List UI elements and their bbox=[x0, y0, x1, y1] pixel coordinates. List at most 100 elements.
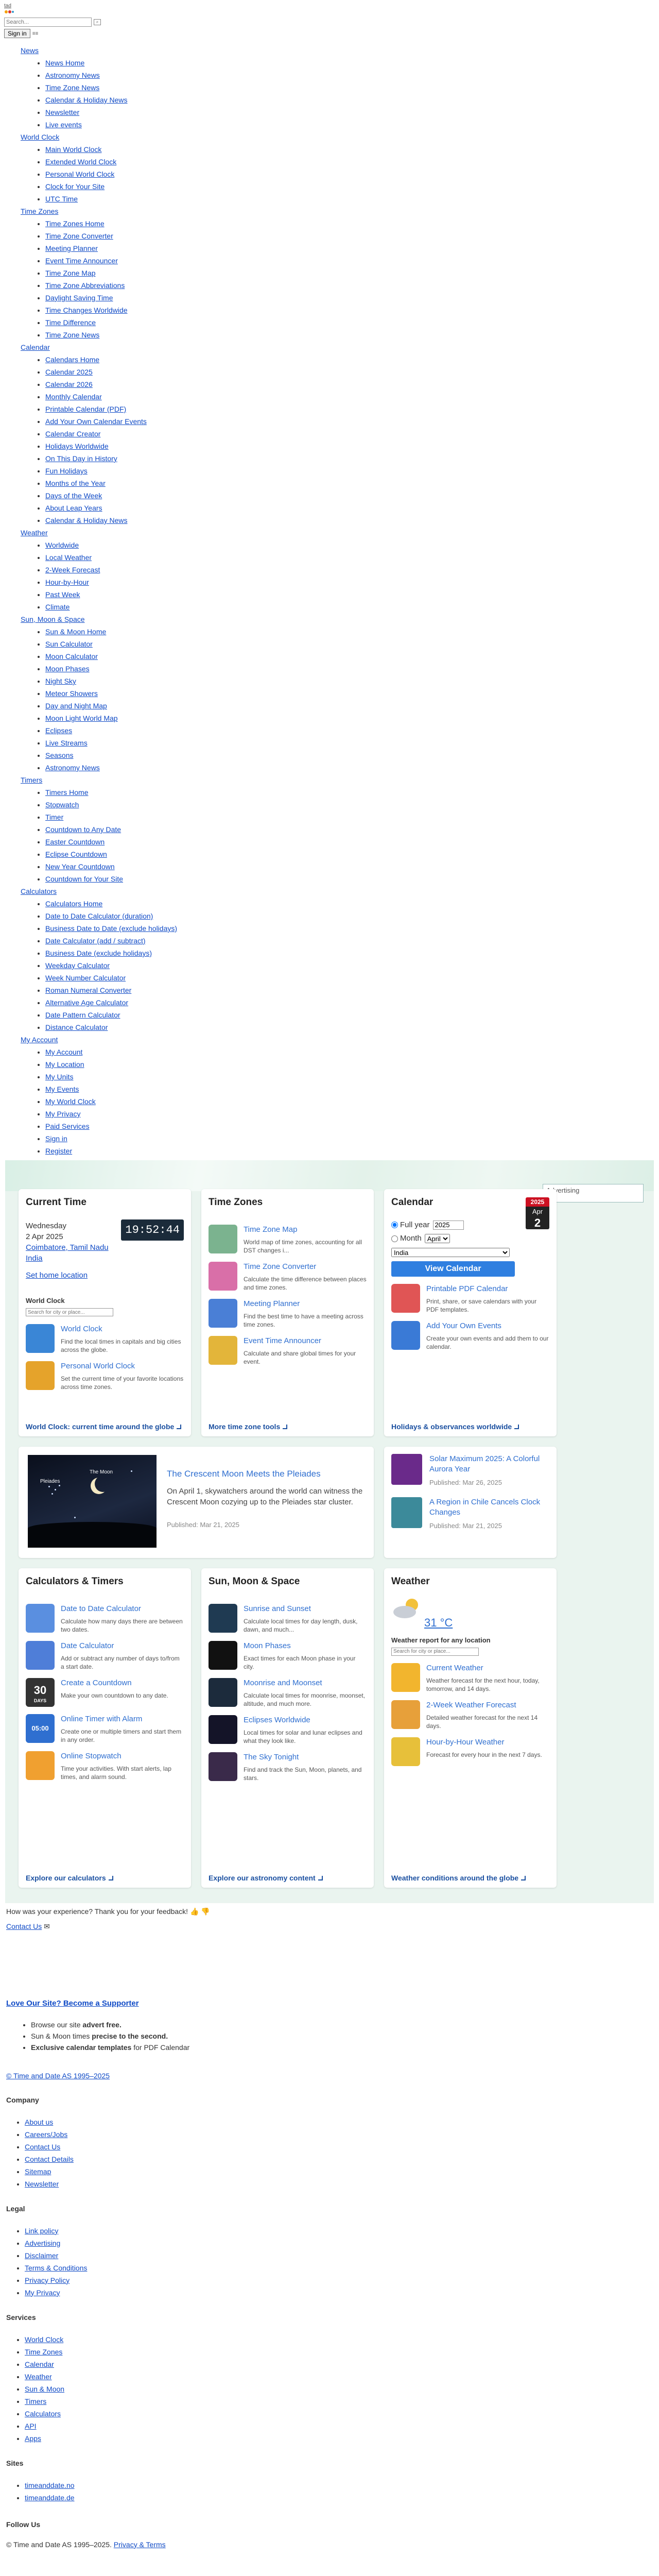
tool-link-eclipses-worldwide[interactable]: Eclipses Worldwide bbox=[244, 1715, 367, 1725]
footer-link-calendar[interactable]: Calendar bbox=[25, 2360, 54, 2368]
nav-item-past-week[interactable]: Past Week bbox=[45, 590, 80, 599]
nav-item-time-zone-converter[interactable]: Time Zone Converter bbox=[45, 232, 113, 240]
featured-article-title[interactable]: The Crescent Moon Meets the Pleiades bbox=[167, 1467, 365, 1481]
footer-link-world-clock[interactable]: World Clock bbox=[25, 2335, 63, 2344]
date-calc-icon[interactable] bbox=[26, 1640, 55, 1670]
nav-item-my-location[interactable]: My Location bbox=[45, 1060, 84, 1069]
nav-item-about-leap-years[interactable]: About Leap Years bbox=[45, 504, 102, 512]
search-input[interactable] bbox=[4, 18, 92, 27]
city-link[interactable]: Coimbatore, Tamil Nadu bbox=[26, 1242, 184, 1253]
footer-link-careers-jobs[interactable]: Careers/Jobs bbox=[25, 2130, 67, 2139]
nav-link-calendar[interactable]: Calendar bbox=[21, 343, 50, 351]
nav-item-clock-for-your-site[interactable]: Clock for Your Site bbox=[45, 182, 105, 191]
full-year-radio[interactable] bbox=[391, 1222, 398, 1229]
tool-link-online-timer-with-alarm[interactable]: Online Timer with Alarm bbox=[61, 1714, 184, 1724]
map-icon[interactable] bbox=[209, 1224, 237, 1253]
nav-item-local-weather[interactable]: Local Weather bbox=[45, 553, 92, 562]
side-article-title[interactable]: A Region in Chile Cancels Clock Changes bbox=[429, 1497, 549, 1518]
nav-item-moon-phases[interactable]: Moon Phases bbox=[45, 665, 90, 673]
nav-item-week-number-calculator[interactable]: Week Number Calculator bbox=[45, 974, 126, 982]
search-icon[interactable]: ⌕ bbox=[94, 19, 101, 25]
nav-item-monthly-calendar[interactable]: Monthly Calendar bbox=[45, 393, 102, 401]
converter-icon[interactable] bbox=[209, 1261, 237, 1291]
year-input[interactable] bbox=[432, 1220, 464, 1230]
footer-link-newsletter[interactable]: Newsletter bbox=[25, 2180, 59, 2188]
nav-item-paid-services[interactable]: Paid Services bbox=[45, 1122, 90, 1130]
nav-item-time-zone-news[interactable]: Time Zone News bbox=[45, 83, 99, 92]
nav-item-hour-by-hour[interactable]: Hour-by-Hour bbox=[45, 578, 89, 586]
nav-item-astronomy-news[interactable]: Astronomy News bbox=[45, 71, 100, 79]
nav-item-calendar-creator[interactable]: Calendar Creator bbox=[45, 430, 100, 438]
nav-item-eclipses[interactable]: Eclipses bbox=[45, 726, 72, 735]
nav-item-printable-calendar-pdf[interactable]: Printable Calendar (PDF) bbox=[45, 405, 126, 413]
footer-link-weather[interactable]: Weather bbox=[25, 2372, 52, 2381]
tool-link-printable-pdf-calendar[interactable]: Printable PDF Calendar bbox=[426, 1284, 549, 1294]
nav-item-astronomy-news[interactable]: Astronomy News bbox=[45, 764, 100, 772]
astronomy-footer-link[interactable]: Explore our astronomy content bbox=[209, 1874, 316, 1882]
nav-link-world-clock[interactable]: World Clock bbox=[21, 133, 59, 141]
current-temperature[interactable]: 31 °C bbox=[424, 1614, 549, 1631]
nav-item-easter-countdown[interactable]: Easter Countdown bbox=[45, 838, 105, 846]
footer-link-contact-us[interactable]: Contact Us bbox=[25, 2143, 60, 2151]
nav-item-date-pattern-calculator[interactable]: Date Pattern Calculator bbox=[45, 1011, 120, 1019]
footer-link-my-privacy[interactable]: My Privacy bbox=[25, 2289, 60, 2297]
nav-item-calendars-home[interactable]: Calendars Home bbox=[45, 355, 99, 364]
nav-item-my-events[interactable]: My Events bbox=[45, 1085, 79, 1093]
nav-item-daylight-saving-time[interactable]: Daylight Saving Time bbox=[45, 294, 113, 302]
world-clock-search-input[interactable] bbox=[26, 1308, 113, 1316]
month-select[interactable]: April bbox=[424, 1234, 450, 1244]
nav-link-news[interactable]: News bbox=[21, 46, 39, 55]
footer-link-sitemap[interactable]: Sitemap bbox=[25, 2167, 51, 2176]
nav-item-fun-holidays[interactable]: Fun Holidays bbox=[45, 467, 88, 475]
footer-link-privacy-policy[interactable]: Privacy Policy bbox=[25, 2276, 70, 2284]
nav-item-main-world-clock[interactable]: Main World Clock bbox=[45, 145, 101, 154]
supporter-link[interactable]: Love Our Site? Become a Supporter bbox=[6, 1999, 139, 2008]
nav-item-time-changes-worldwide[interactable]: Time Changes Worldwide bbox=[45, 306, 128, 314]
footer-link-sun-moon[interactable]: Sun & Moon bbox=[25, 2385, 64, 2393]
nav-item-extended-world-clock[interactable]: Extended World Clock bbox=[45, 158, 116, 166]
add-event-icon[interactable] bbox=[391, 1320, 420, 1350]
footer-link-terms-conditions[interactable]: Terms & Conditions bbox=[25, 2264, 87, 2272]
nav-item-news-home[interactable]: News Home bbox=[45, 59, 84, 67]
contact-us-link[interactable]: Contact Us bbox=[6, 1922, 42, 1930]
nav-item-live-events[interactable]: Live events bbox=[45, 121, 82, 129]
nav-item-roman-numeral-converter[interactable]: Roman Numeral Converter bbox=[45, 986, 131, 994]
nav-item-timer[interactable]: Timer bbox=[45, 813, 63, 821]
nav-item-meteor-showers[interactable]: Meteor Showers bbox=[45, 689, 98, 698]
announcer-icon[interactable] bbox=[209, 1335, 237, 1365]
nav-item-new-year-countdown[interactable]: New Year Countdown bbox=[45, 862, 115, 871]
nav-item-date-calculator-add-subtract[interactable]: Date Calculator (add / subtract) bbox=[45, 937, 146, 945]
countdown-icon[interactable]: 30 DAYS bbox=[26, 1677, 55, 1707]
stopwatch-icon[interactable] bbox=[26, 1751, 55, 1780]
nav-item-utc-time[interactable]: UTC Time bbox=[45, 195, 78, 203]
tool-link-event-time-announcer[interactable]: Event Time Announcer bbox=[244, 1336, 367, 1346]
nav-link-time-zones[interactable]: Time Zones bbox=[21, 207, 58, 215]
set-home-location-link[interactable]: Set home location bbox=[26, 1270, 184, 1282]
side-article-image[interactable] bbox=[391, 1454, 422, 1485]
nav-item-my-units[interactable]: My Units bbox=[45, 1073, 73, 1081]
nav-item-meeting-planner[interactable]: Meeting Planner bbox=[45, 244, 98, 252]
calendar-calc-icon[interactable] bbox=[26, 1603, 55, 1633]
nav-item-moon-light-world-map[interactable]: Moon Light World Map bbox=[45, 714, 118, 722]
nav-item-time-zones-home[interactable]: Time Zones Home bbox=[45, 219, 105, 228]
nav-item-timers-home[interactable]: Timers Home bbox=[45, 788, 89, 796]
signin-button[interactable]: Sign in bbox=[4, 29, 30, 38]
menu-icon[interactable]: ≡≡ bbox=[32, 30, 39, 38]
nav-item-holidays-worldwide[interactable]: Holidays Worldwide bbox=[45, 442, 109, 450]
nav-item-calendar-2025[interactable]: Calendar 2025 bbox=[45, 368, 93, 376]
copyright-link[interactable]: © Time and Date AS 1995–2025 bbox=[6, 2072, 110, 2080]
tool-link-sunrise-and-sunset[interactable]: Sunrise and Sunset bbox=[244, 1604, 367, 1614]
nav-item-date-to-date-calculator-duration[interactable]: Date to Date Calculator (duration) bbox=[45, 912, 153, 920]
nav-link-calculators[interactable]: Calculators bbox=[21, 887, 57, 895]
nav-item-months-of-the-year[interactable]: Months of the Year bbox=[45, 479, 106, 487]
nav-item-night-sky[interactable]: Night Sky bbox=[45, 677, 76, 685]
nav-item-calendar-holiday-news[interactable]: Calendar & Holiday News bbox=[45, 96, 128, 104]
side-article-title[interactable]: Solar Maximum 2025: A Colorful Aurora Ye… bbox=[429, 1454, 549, 1475]
tool-link-time-zone-map[interactable]: Time Zone Map bbox=[244, 1225, 367, 1235]
tool-link-moon-phases[interactable]: Moon Phases bbox=[244, 1641, 367, 1651]
nav-item-sun-moon-home[interactable]: Sun & Moon Home bbox=[45, 628, 106, 636]
moonrise-icon[interactable] bbox=[209, 1677, 237, 1707]
timer-icon[interactable]: 05:00 bbox=[26, 1714, 55, 1743]
sky-icon[interactable] bbox=[209, 1752, 237, 1781]
tool-link-time-zone-converter[interactable]: Time Zone Converter bbox=[244, 1262, 367, 1272]
